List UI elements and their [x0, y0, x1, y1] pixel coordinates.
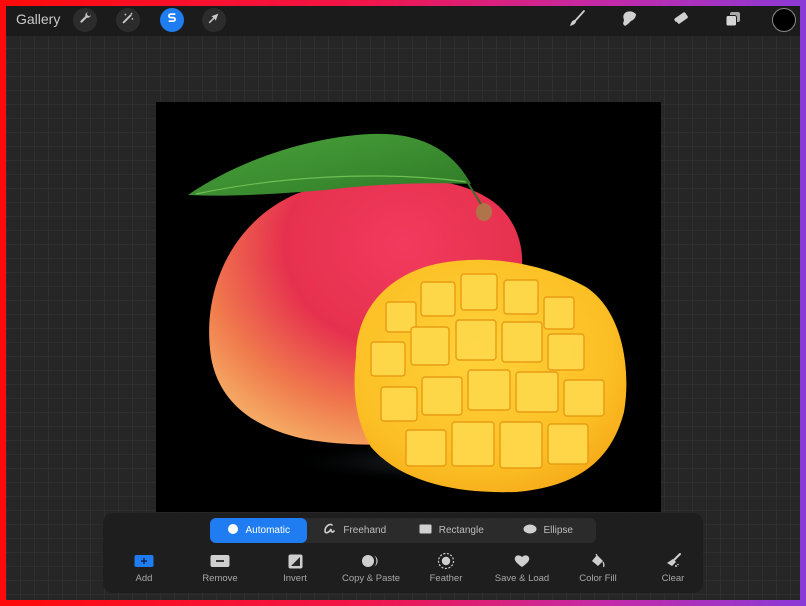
remove-minus-icon [210, 551, 230, 571]
selection-s-icon [165, 11, 179, 30]
drawing-canvas[interactable] [156, 102, 661, 512]
mode-automatic[interactable]: Automatic [210, 518, 307, 543]
brush-tool[interactable] [564, 9, 590, 33]
selection-actions: Add Remove Invert Copy & Paste Feather S… [103, 551, 703, 591]
invert-button[interactable]: Invert [255, 551, 335, 584]
feather-icon [437, 551, 455, 571]
procreate-screen: Gallery Automatic Freehand Rectangle Ell… [6, 6, 800, 600]
color-fill-button[interactable]: Color Fill [558, 551, 638, 584]
eraser-icon [671, 9, 691, 34]
ellipse-icon [523, 524, 537, 537]
remove-button[interactable]: Remove [180, 551, 260, 584]
brush-icon [567, 9, 587, 34]
action-label: Copy & Paste [341, 573, 401, 584]
mode-label: Rectangle [438, 525, 484, 536]
magic-wand-icon [121, 11, 135, 30]
mode-label: Freehand [343, 525, 387, 536]
action-label: Remove [202, 573, 238, 584]
arrow-cursor-icon [207, 11, 221, 30]
clear-brush-icon [664, 551, 682, 571]
app-frame-border: Gallery Automatic Freehand Rectangle Ell… [0, 0, 806, 606]
action-label: Save & Load [494, 573, 550, 584]
copy-paste-button[interactable]: Copy & Paste [331, 551, 411, 584]
selection-button[interactable] [160, 8, 184, 32]
feather-button[interactable]: Feather [406, 551, 486, 584]
selection-toolbar: Automatic Freehand Rectangle Ellipse Add… [103, 513, 703, 593]
transform-button[interactable] [202, 8, 226, 32]
mango-artwork [188, 133, 627, 493]
color-picker-swatch[interactable] [772, 8, 796, 32]
mode-ellipse[interactable]: Ellipse [500, 518, 597, 543]
action-label: Color Fill [579, 573, 617, 584]
gallery-button[interactable]: Gallery [16, 11, 60, 27]
rectangle-icon [419, 524, 432, 537]
adjustments-button[interactable] [116, 8, 140, 32]
heart-icon [514, 551, 530, 571]
add-plus-icon [134, 551, 154, 571]
save-load-button[interactable]: Save & Load [482, 551, 562, 584]
clear-button[interactable]: Clear [633, 551, 713, 584]
add-button[interactable]: Add [104, 551, 184, 584]
action-label: Clear [661, 573, 685, 584]
action-label: Invert [283, 573, 307, 584]
mode-label: Ellipse [543, 525, 573, 536]
smudge-tool[interactable] [616, 9, 642, 33]
copy-paste-icon [361, 551, 381, 571]
wrench-icon [78, 11, 92, 30]
mango-stem [476, 203, 492, 221]
layers-icon [723, 9, 743, 34]
action-label: Add [135, 573, 153, 584]
actions-button[interactable] [73, 8, 97, 32]
mode-label: Automatic [245, 525, 290, 536]
layers-button[interactable] [720, 9, 746, 33]
invert-icon [288, 551, 303, 571]
filled-circle-icon [227, 523, 239, 538]
action-label: Feather [429, 573, 463, 584]
eraser-tool[interactable] [668, 9, 694, 33]
selection-mode-bar: Automatic Freehand Rectangle Ellipse [210, 518, 596, 543]
freehand-scribble-icon [323, 523, 336, 538]
smudge-finger-icon [619, 9, 639, 34]
top-toolbar: Gallery [6, 6, 800, 36]
color-fill-icon [590, 551, 606, 571]
mode-freehand[interactable]: Freehand [307, 518, 404, 543]
mode-rectangle[interactable]: Rectangle [403, 518, 500, 543]
